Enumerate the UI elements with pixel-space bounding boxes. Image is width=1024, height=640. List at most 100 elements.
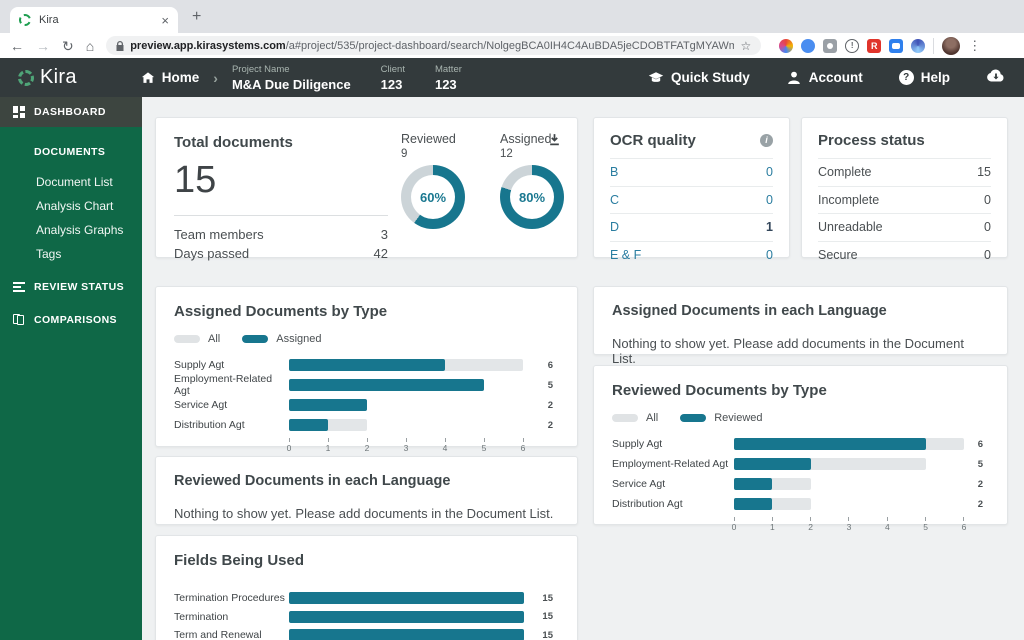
chart-row: Termination 15 [174,608,559,627]
home-icon[interactable]: ⌂ [86,39,94,53]
client-label: Client [380,63,405,75]
nav-home[interactable]: Home [141,70,199,85]
new-tab-button[interactable]: + [192,8,201,26]
process-row-value: 0 [984,220,991,235]
browser-tab[interactable]: Kira × [10,7,178,33]
reload-icon[interactable]: ↻ [62,39,74,53]
help-icon: ? [898,70,914,85]
extension-blue-square-icon[interactable] [889,38,904,53]
bar-assigned [289,379,484,391]
sidebar-item-review-status[interactable]: REVIEW STATUS [0,272,142,302]
bar-area [289,610,524,623]
reviewed-language-empty-message: Nothing to show yet. Please add document… [174,506,554,521]
sidebar-item-analysis-chart[interactable]: Analysis Chart [36,194,142,218]
chart-row: Service Agt 2 [174,395,559,415]
extension-r-icon[interactable]: R [867,38,882,53]
chart-row-value: 6 [977,438,983,450]
ocr-row-c[interactable]: C 0 [610,185,773,214]
toolbar-divider [933,37,935,54]
fields-being-used-title: Fields Being Used [174,552,305,569]
bar-area [734,478,964,490]
bookmark-star-icon[interactable]: ☆ [740,39,751,53]
chart-row-value: 2 [547,419,553,431]
sidebar-item-document-list[interactable]: Document List [36,170,142,194]
help-button[interactable]: ? Help [898,70,950,85]
chart-row: Supply Agt 6 [612,434,989,454]
reviewed-donut-group: Reviewed 9 60% [401,132,465,229]
reviewed-by-type-title: Reviewed Documents by Type [612,382,827,399]
sidebar-item-tags[interactable]: Tags [36,242,142,266]
breadcrumb-project[interactable]: Project Name M&A Due Diligence [232,64,351,92]
chart-row: Supply Agt 6 [174,355,559,375]
kira-logo[interactable]: Kira [18,66,77,89]
process-row-label: Unreadable [818,220,883,235]
sidebar-item-dashboard[interactable]: DASHBOARD [0,97,142,127]
help-label: Help [920,70,950,85]
team-members-label: Team members [174,227,264,242]
process-status-card: Process status Complete 15 Incomplete 0 … [801,117,1008,262]
extension-swirl-icon[interactable] [911,38,926,53]
bar-area [734,438,964,450]
assigned-chart: Supply Agt 6 Employment-Related Agt 5 Se… [174,355,559,454]
chart-row: Service Agt 2 [612,474,989,494]
legend-reviewed-label: Reviewed [714,412,763,424]
url-bar[interactable]: preview.app.kirasystems.com/a#project/53… [106,36,762,55]
sidebar-item-documents[interactable]: DOCUMENTS [0,137,142,167]
dashboard-main: Total documents 15 Team members 3 Days p… [142,97,1024,640]
client-value: 123 [380,76,403,92]
ocr-row-b[interactable]: B 0 [610,158,773,186]
matter-label: Matter [434,63,462,75]
ocr-row-label: E & F [610,247,642,262]
sidebar-review-status-label: REVIEW STATUS [34,281,124,293]
browser-menu-icon[interactable]: ⋮ [968,38,981,54]
extension-alert-icon[interactable]: ! [845,38,860,53]
extension-colorful-icon[interactable] [779,38,794,53]
chart-row-value: 15 [542,592,553,604]
bar-area [734,458,964,470]
breadcrumb-matter: Matter 123 [435,64,462,92]
process-row-label: Complete [818,165,872,180]
bar-reviewed [734,438,926,450]
card-divider [174,215,388,216]
forward-icon[interactable]: → [36,39,50,53]
quick-study-button[interactable]: Quick Study [648,70,750,86]
sidebar-documents-label: DOCUMENTS [34,146,106,158]
sidebar-item-comparisons[interactable]: COMPARISONS [0,305,142,335]
sidebar-dashboard-label: DASHBOARD [34,106,106,118]
sidebar-comparisons-label: COMPARISONS [34,314,117,326]
process-row-secure: Secure 0 [818,240,991,269]
extension-blue-oval-icon[interactable] [801,38,816,53]
legend-all-label: All [646,412,659,424]
back-icon[interactable]: ← [10,39,24,53]
browser-toolbar: ← → ↻ ⌂ preview.app.kirasystems.com/a#pr… [0,33,1024,58]
x-axis: 0 1 2 3 4 5 6 [732,517,966,533]
assigned-by-type-card: Assigned Documents by Type All Assigned … [155,286,578,453]
chart-row-label: Employment-Related Agt [174,373,273,397]
ocr-quality-title: OCR quality [610,132,696,149]
chart-row-label: Termination Procedures [174,592,285,605]
ocr-row-d[interactable]: D 1 [610,213,773,241]
breadcrumb-client: Client 123 [381,64,405,92]
total-documents-count: 15 [174,159,217,201]
extension-camera-icon[interactable] [823,38,838,53]
download-button[interactable] [548,133,561,151]
chart-row-label: Service Agt [174,399,228,411]
account-button[interactable]: Account [786,70,863,86]
bar-field [289,629,524,640]
info-icon[interactable]: i [760,134,773,147]
reviewed-chart-legend: All Reviewed [612,412,989,424]
profile-avatar[interactable] [942,36,961,55]
bar-area [734,498,964,510]
tab-close-icon[interactable]: × [161,13,169,28]
process-row-value: 15 [977,165,991,180]
ocr-row-ef[interactable]: E & F 0 [610,240,773,269]
sidebar-item-analysis-graphs[interactable]: Analysis Graphs [36,218,142,242]
ocr-quality-card: OCR quality i B 0 C 0 D 1 E & F 0 [593,117,790,262]
assigned-language-title: Assigned Documents in each Language [612,303,887,319]
review-status-lines-icon [13,281,25,293]
chart-row-label: Distribution Agt [174,419,245,431]
bar-field [289,610,524,623]
chart-row-label: Supply Agt [612,438,663,450]
cloud-download-button[interactable] [986,68,1006,87]
reviewed-by-type-card: Reviewed Documents by Type All Reviewed … [593,365,1008,532]
